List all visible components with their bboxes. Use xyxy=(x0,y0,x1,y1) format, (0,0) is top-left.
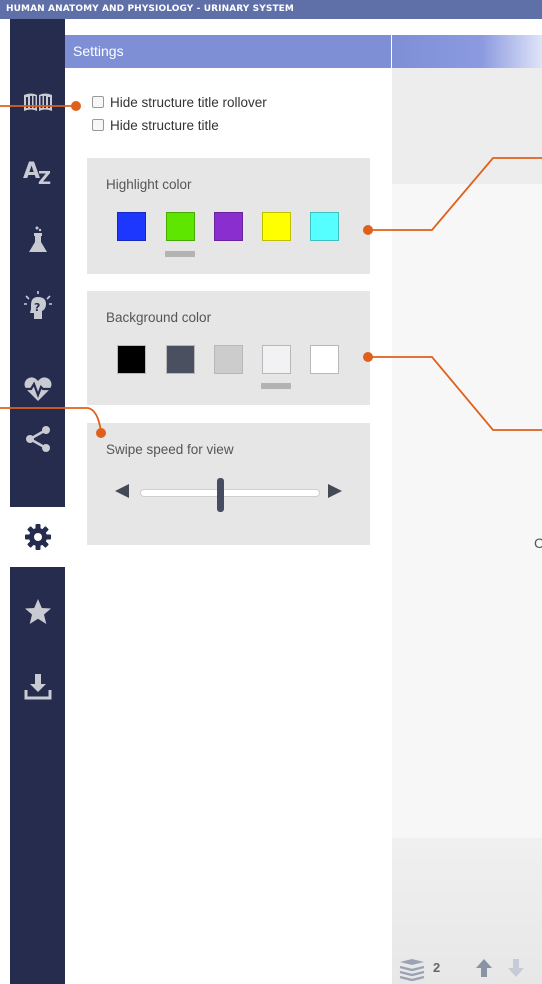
swipe-speed-label: Swipe speed for view xyxy=(106,442,234,457)
viewer-area[interactable] xyxy=(392,68,542,984)
sidebar-item-download[interactable] xyxy=(10,656,65,716)
download-icon xyxy=(24,674,51,700)
sidebar-item-share[interactable] xyxy=(10,409,65,469)
svg-text:Z: Z xyxy=(38,168,51,188)
hide-rollover-option[interactable]: Hide structure title rollover xyxy=(92,94,267,110)
heartbeat-icon xyxy=(21,377,54,401)
sidebar-item-lab[interactable] xyxy=(10,210,65,270)
star-icon xyxy=(24,599,51,624)
sidebar-item-book[interactable] xyxy=(10,72,65,132)
background-swatch-slate[interactable] xyxy=(166,345,195,374)
share-icon xyxy=(25,426,50,452)
viewer-partial-text: C xyxy=(534,535,542,551)
swipe-speed-thumb[interactable] xyxy=(217,478,225,512)
sidebar: A Z ? xyxy=(10,19,65,984)
background-swatch-light[interactable] xyxy=(262,345,291,374)
highlight-swatch-cyan[interactable] xyxy=(310,212,339,241)
sidebar-item-quiz[interactable]: ? xyxy=(10,277,65,337)
highlight-swatch-green[interactable] xyxy=(166,212,195,241)
background-swatch-gray[interactable] xyxy=(214,345,243,374)
title-bar: HUMAN ANATOMY AND PHYSIOLOGY - URINARY S… xyxy=(0,0,542,19)
swipe-speed-section: Swipe speed for view xyxy=(87,423,370,545)
flask-icon xyxy=(28,226,47,252)
highlight-color-section: Highlight color xyxy=(87,158,370,274)
background-selection-indicator xyxy=(261,383,291,389)
highlight-swatch-purple[interactable] xyxy=(214,212,243,241)
gear-icon xyxy=(24,524,51,550)
increase-arrow-icon[interactable] xyxy=(326,483,344,499)
hide-title-label: Hide structure title xyxy=(110,117,219,133)
sidebar-item-a-z[interactable]: A Z xyxy=(10,142,65,202)
decrease-arrow-icon[interactable] xyxy=(113,483,131,499)
background-color-section: Background color xyxy=(87,291,370,405)
app-title: HUMAN ANATOMY AND PHYSIOLOGY - URINARY S… xyxy=(6,4,294,14)
a-z-icon: A Z xyxy=(23,159,51,188)
background-color-label: Background color xyxy=(106,310,212,325)
highlight-swatch-yellow[interactable] xyxy=(262,212,291,241)
highlight-color-label: Highlight color xyxy=(106,177,192,192)
idea-head-icon: ? xyxy=(23,291,52,319)
book-icon xyxy=(23,93,52,111)
viewer-header xyxy=(392,35,542,68)
highlight-swatch-blue[interactable] xyxy=(117,212,146,241)
settings-title: Settings xyxy=(73,43,124,59)
settings-header: Settings xyxy=(65,35,391,68)
hide-title-checkbox[interactable] xyxy=(92,119,104,131)
viewer-top-band xyxy=(392,68,542,184)
background-swatch-black[interactable] xyxy=(117,345,146,374)
arrow-down-icon[interactable] xyxy=(507,957,525,979)
svg-text:?: ? xyxy=(34,301,40,314)
hide-title-option[interactable]: Hide structure title xyxy=(92,117,219,133)
arrow-up-icon[interactable] xyxy=(475,957,493,979)
background-swatch-white[interactable] xyxy=(310,345,339,374)
sidebar-item-physiology[interactable] xyxy=(10,369,65,409)
hide-rollover-checkbox[interactable] xyxy=(92,96,104,108)
layer-count: 2 xyxy=(433,960,441,975)
hide-rollover-label: Hide structure title rollover xyxy=(110,94,267,110)
sidebar-item-favorites[interactable] xyxy=(10,582,65,642)
highlight-selection-indicator xyxy=(165,251,195,257)
swipe-speed-track[interactable] xyxy=(140,489,320,497)
layers-icon[interactable] xyxy=(398,957,428,981)
sidebar-item-settings[interactable] xyxy=(10,507,65,567)
